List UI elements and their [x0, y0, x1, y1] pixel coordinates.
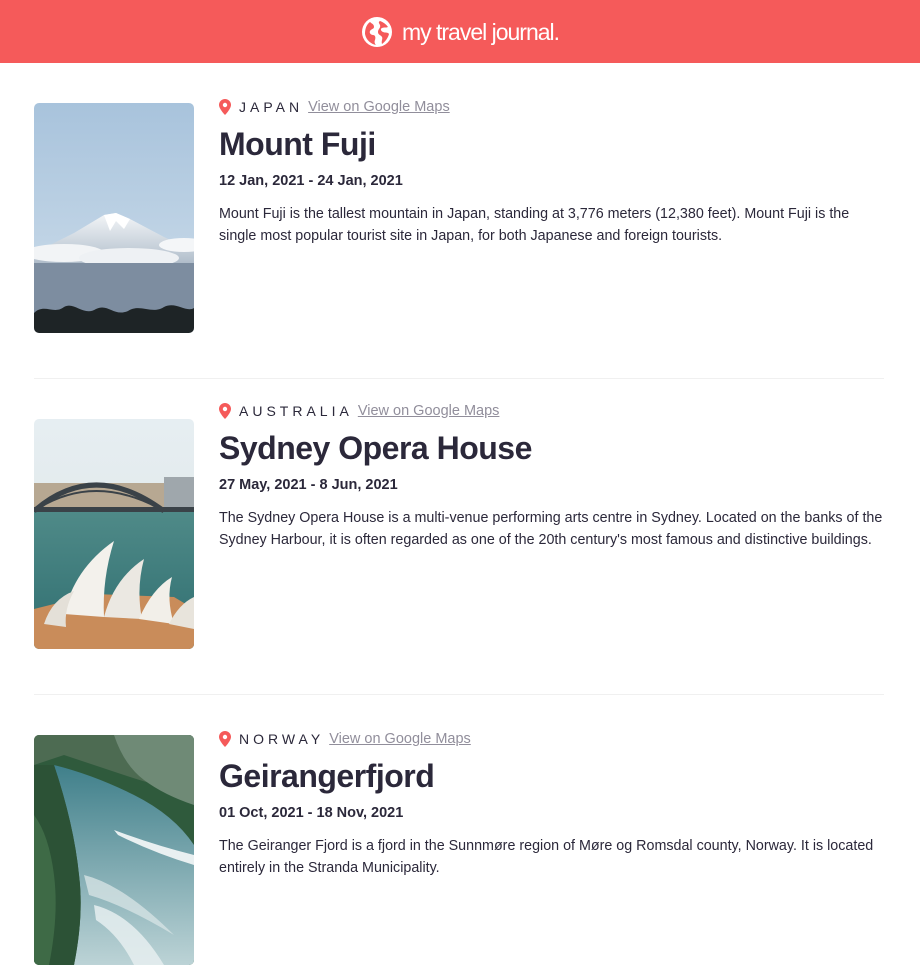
google-maps-link[interactable]: View on Google Maps	[329, 731, 471, 747]
country-label: AUSTRALIA	[239, 403, 353, 419]
location-pin-icon	[219, 99, 231, 115]
journal-entry: JAPAN View on Google Maps Mount Fuji 12 …	[34, 63, 884, 379]
location-row: AUSTRALIA View on Google Maps	[219, 401, 884, 421]
google-maps-link[interactable]: View on Google Maps	[308, 99, 450, 115]
globe-icon	[361, 16, 392, 47]
country-label: NORWAY	[239, 731, 325, 747]
entry-description: Mount Fuji is the tallest mountain in Ja…	[219, 206, 850, 245]
entry-title: Mount Fuji	[219, 126, 376, 162]
journal-entries: JAPAN View on Google Maps Mount Fuji 12 …	[0, 63, 920, 973]
journal-entry: AUSTRALIA View on Google Maps Sydney Ope…	[34, 379, 884, 695]
entry-dates: 12 Jan, 2021 - 24 Jan, 2021	[219, 173, 403, 190]
entry-title: Geirangerfjord	[219, 758, 435, 794]
journal-entry: NORWAY View on Google Maps Geirangerfjor…	[34, 695, 884, 973]
entry-dates: 27 May, 2021 - 8 Jun, 2021	[219, 477, 398, 494]
location-pin-icon	[219, 403, 231, 419]
entry-title: Sydney Opera House	[219, 430, 532, 466]
google-maps-link[interactable]: View on Google Maps	[358, 403, 500, 419]
country-label: JAPAN	[239, 99, 304, 115]
location-row: NORWAY View on Google Maps	[219, 729, 884, 749]
app-header: my travel journal.	[0, 0, 920, 63]
app-brand: my travel journal.	[401, 18, 560, 45]
entry-info: JAPAN View on Google Maps Mount Fuji 12 …	[219, 97, 884, 247]
location-pin-icon	[219, 731, 231, 747]
sydney-opera-house-photo	[34, 419, 194, 649]
entry-description: The Geiranger Fjord is a fjord in the Su…	[219, 838, 874, 877]
entry-description: The Sydney Opera House is a multi-venue …	[219, 510, 883, 549]
entry-info: NORWAY View on Google Maps Geirangerfjor…	[219, 729, 884, 879]
mount-fuji-photo	[34, 103, 194, 333]
location-row: JAPAN View on Google Maps	[219, 97, 884, 117]
entry-dates: 01 Oct, 2021 - 18 Nov, 2021	[219, 805, 404, 822]
geirangerfjord-photo	[34, 735, 194, 965]
entry-info: AUSTRALIA View on Google Maps Sydney Ope…	[219, 401, 884, 551]
